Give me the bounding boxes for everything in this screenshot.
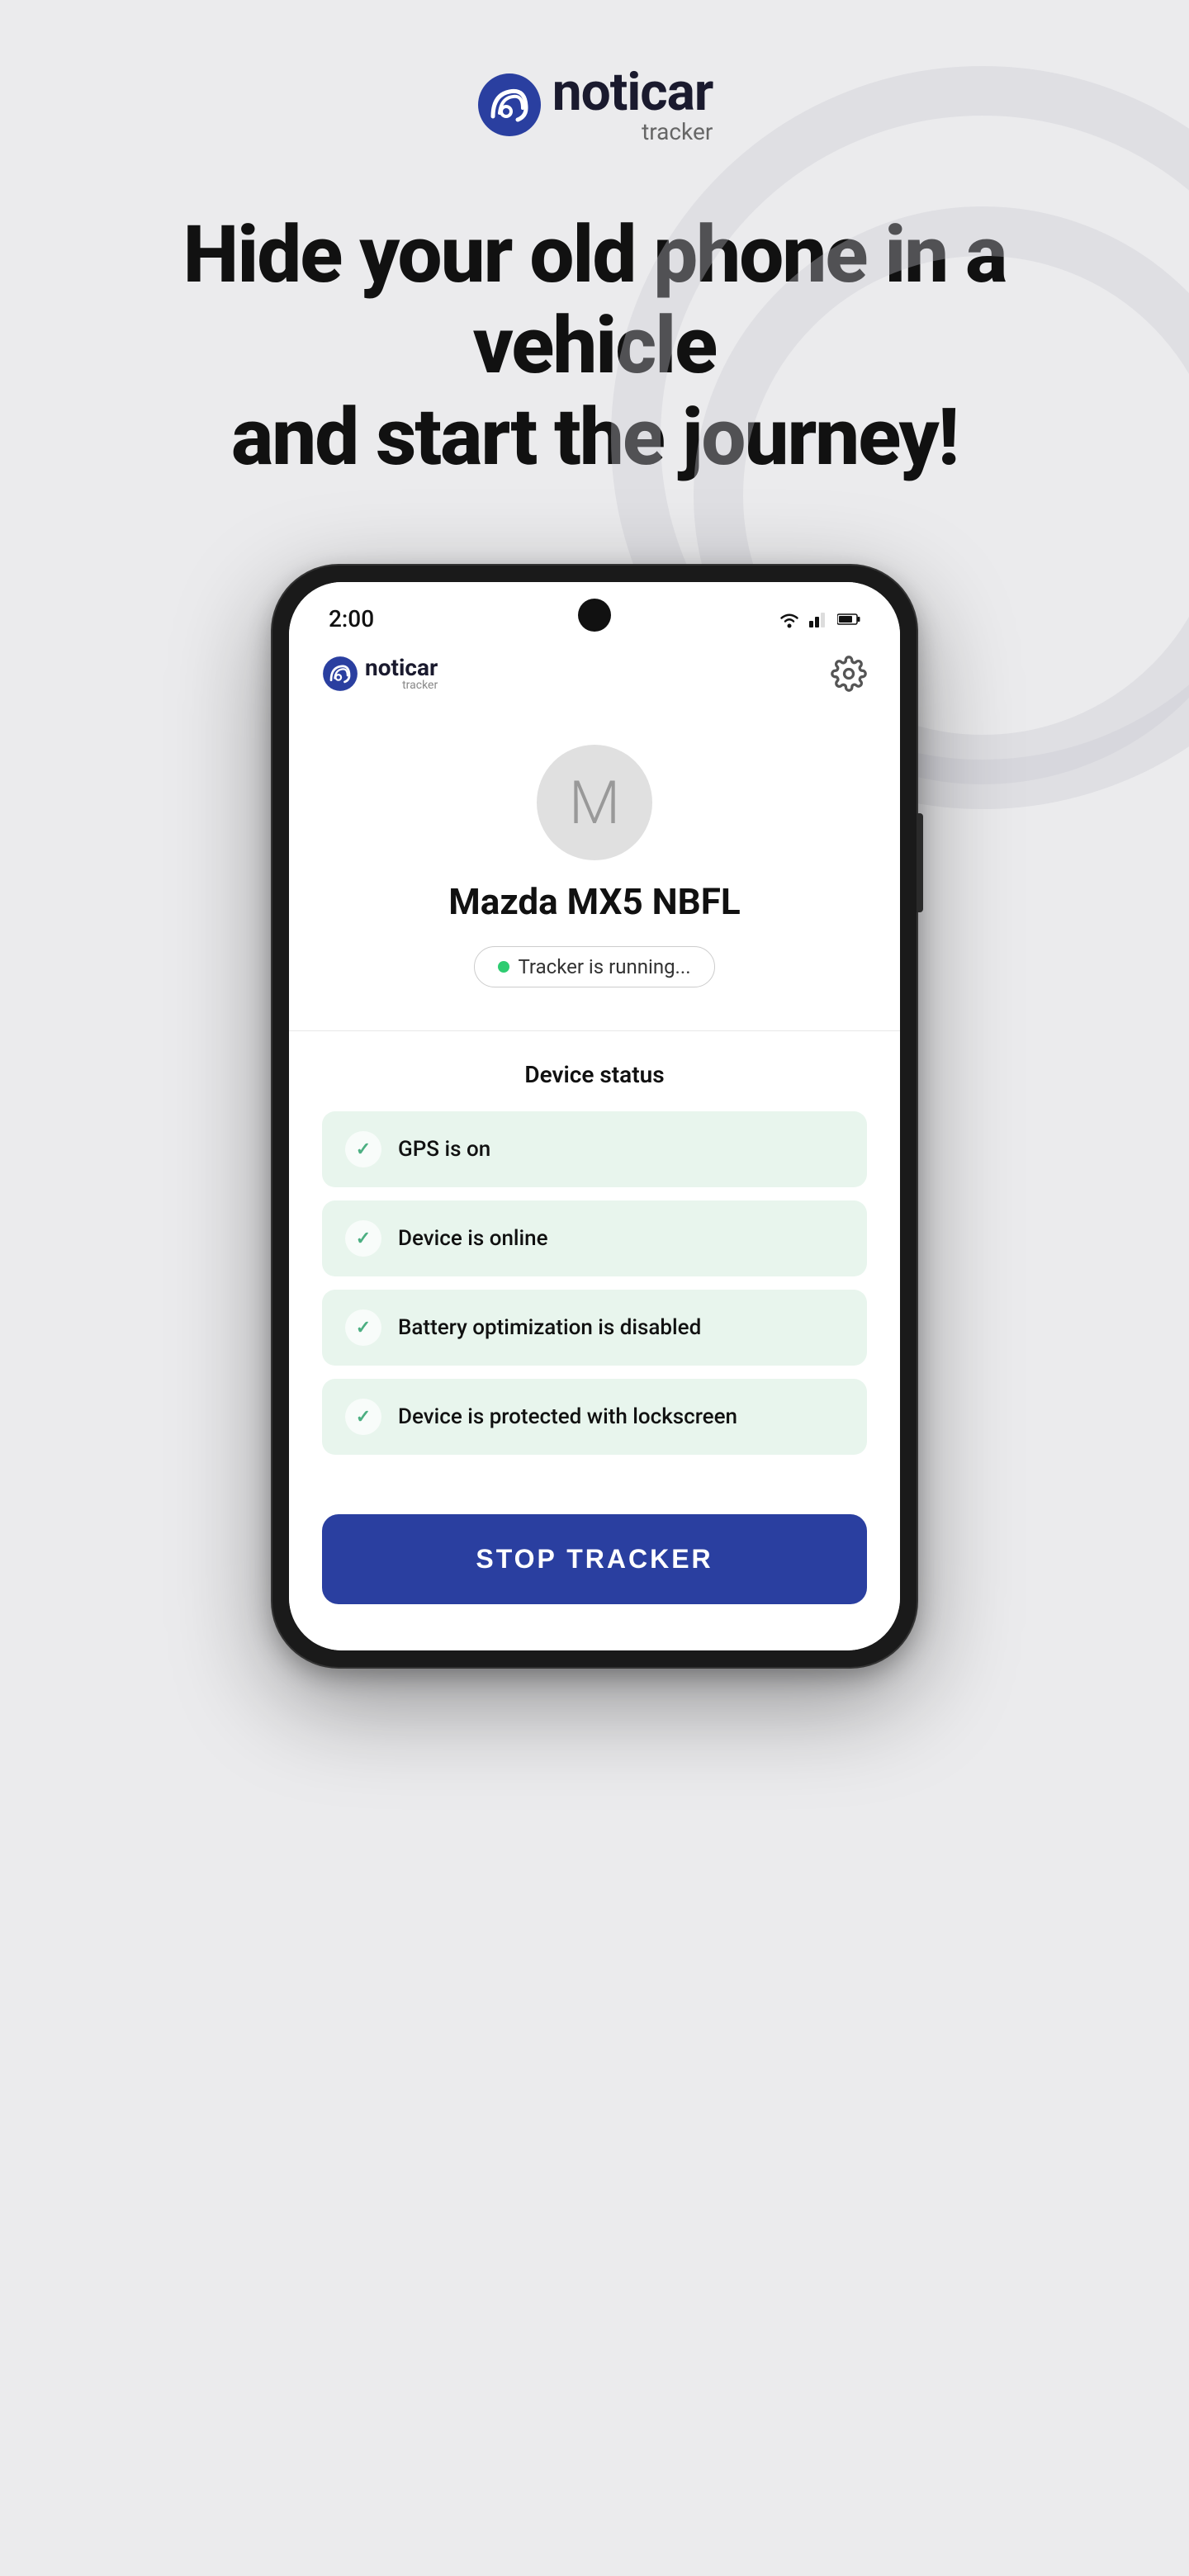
status-item-lockscreen: ✓ Device is protected with lockscreen: [322, 1379, 867, 1455]
gear-icon[interactable]: [831, 656, 867, 692]
avatar-letter: M: [569, 768, 620, 838]
app-header: noticar tracker: [289, 639, 900, 712]
stop-tracker-label: STOP TRACKER: [476, 1544, 713, 1574]
status-items-list: ✓ GPS is on ✓ Device is online ✓: [322, 1111, 867, 1455]
status-item-lockscreen-label: Device is protected with lockscreen: [398, 1404, 737, 1429]
logo-sub: tracker: [552, 121, 713, 144]
device-status-title: Device status: [322, 1061, 867, 1088]
status-dot: [498, 961, 509, 973]
vehicle-name: Mazda MX5 NBFL: [448, 880, 740, 923]
hero-section: Hide your old phone in a vehicle and sta…: [0, 210, 1189, 483]
app-logo-icon: [322, 656, 358, 692]
tracker-status-badge: Tracker is running...: [474, 946, 714, 987]
profile-section: M Mazda MX5 NBFL Tracker is running...: [289, 712, 900, 1030]
status-icons: [778, 610, 860, 628]
check-icon-online: ✓: [345, 1220, 381, 1257]
header-logo-area: noticar tracker: [476, 66, 713, 144]
status-item-gps: ✓ GPS is on: [322, 1111, 867, 1187]
wifi-icon: [778, 610, 801, 628]
logo-text: noticar tracker: [552, 66, 713, 144]
stop-tracker-section: STOP TRACKER: [289, 1488, 900, 1650]
stop-tracker-button[interactable]: STOP TRACKER: [322, 1514, 867, 1604]
camera-notch: [578, 599, 611, 632]
status-item-online-label: Device is online: [398, 1226, 548, 1251]
device-status-section: Device status ✓ GPS is on ✓ Device is on…: [289, 1031, 900, 1488]
status-item-online: ✓ Device is online: [322, 1200, 867, 1276]
logo-brand: noticar: [552, 66, 713, 119]
app-logo-text: noticar tracker: [365, 656, 438, 691]
hero-heading: Hide your old phone in a vehicle and sta…: [66, 210, 1123, 483]
signal-icon: [809, 611, 829, 627]
status-bar: 2:00: [289, 582, 900, 639]
noticar-logo-icon: [476, 72, 542, 138]
check-icon-lockscreen: ✓: [345, 1399, 381, 1435]
app-logo-brand: noticar: [365, 656, 438, 680]
battery-icon: [837, 613, 860, 626]
avatar: M: [537, 745, 652, 860]
app-logo-sub: tracker: [365, 680, 438, 691]
phone-screen: 2:00: [289, 582, 900, 1650]
phone-frame: 2:00: [272, 566, 917, 1667]
check-icon-battery: ✓: [345, 1309, 381, 1346]
status-item-battery-label: Battery optimization is disabled: [398, 1315, 701, 1340]
phone-mockup: 2:00: [272, 566, 917, 1667]
status-item-gps-label: GPS is on: [398, 1137, 490, 1162]
app-logo: noticar tracker: [322, 656, 438, 692]
status-item-battery: ✓ Battery optimization is disabled: [322, 1290, 867, 1366]
check-icon-gps: ✓: [345, 1131, 381, 1167]
tracker-status-text: Tracker is running...: [518, 955, 690, 978]
status-time: 2:00: [329, 605, 374, 632]
